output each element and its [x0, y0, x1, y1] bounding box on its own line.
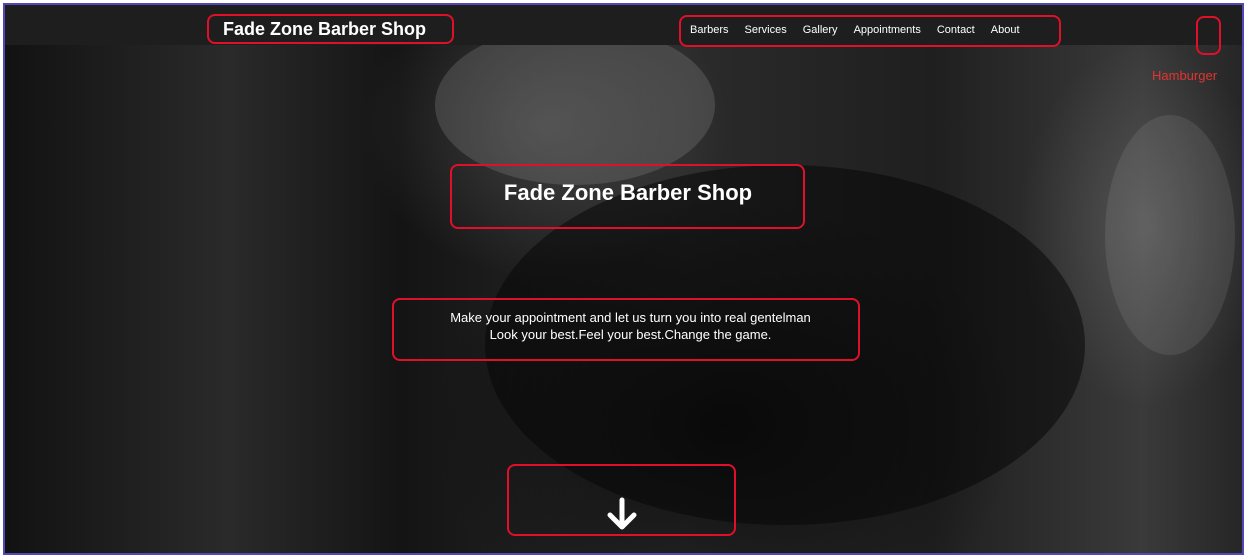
annotation-box-brand [207, 14, 454, 44]
background-shape [1105, 115, 1235, 355]
annotation-box-nav [679, 15, 1061, 47]
annotation-box-tagline [392, 298, 860, 361]
annotation-box-arrow [507, 464, 736, 536]
annotation-box-hamburger [1196, 16, 1221, 55]
annotation-label-hamburger: Hamburger [1152, 68, 1218, 83]
background-shape [435, 25, 715, 185]
annotation-box-hero-title [450, 164, 805, 229]
